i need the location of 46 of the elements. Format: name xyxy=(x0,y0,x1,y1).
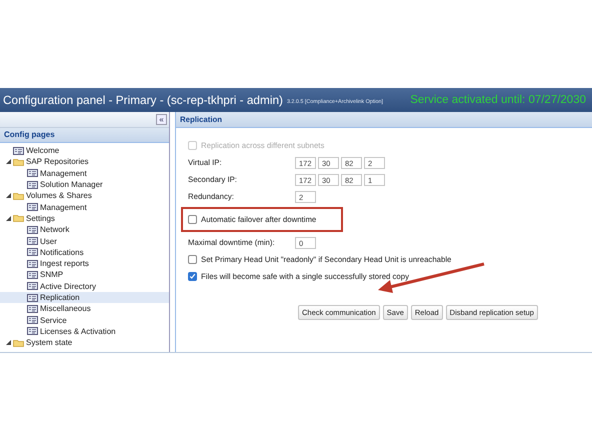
expanded-icon[interactable] xyxy=(6,216,11,221)
tree-item[interactable]: Solution Manager xyxy=(40,180,103,190)
window-title: Configuration panel - Primary - (sc-rep-tkhpri - admin) xyxy=(3,93,283,107)
tree-item[interactable]: Active Directory xyxy=(40,282,96,291)
tree-item[interactable]: Miscellaneous xyxy=(40,304,91,314)
page-icon xyxy=(27,248,38,256)
expanded-icon[interactable] xyxy=(6,159,11,164)
page-icon xyxy=(27,169,38,178)
tree-item[interactable]: Settings xyxy=(26,214,55,223)
tree-item[interactable]: Welcome xyxy=(26,146,60,156)
page-icon xyxy=(27,316,38,324)
tree-item[interactable]: Volumes & Shares xyxy=(26,191,92,200)
page-icon xyxy=(27,260,38,268)
page-icon xyxy=(27,203,38,212)
folder-icon xyxy=(13,158,24,166)
folder-icon xyxy=(13,214,24,222)
page-icon xyxy=(27,226,38,234)
expanded-icon[interactable] xyxy=(6,193,11,198)
tree-item[interactable]: Network xyxy=(40,225,70,234)
tree-item[interactable]: Replication xyxy=(40,293,80,302)
page-icon xyxy=(13,146,24,155)
page-icon xyxy=(27,282,38,290)
page-icon xyxy=(27,270,38,279)
service-status: Service activated until: 07/27/2030 xyxy=(410,94,586,106)
checkbox[interactable] xyxy=(188,255,197,264)
tree-item[interactable]: SAP Repositories xyxy=(26,157,89,166)
tree-item[interactable]: Licenses & Activation xyxy=(40,326,116,336)
page-icon xyxy=(27,180,38,189)
expanded-icon[interactable] xyxy=(6,340,11,346)
checkbox[interactable] xyxy=(188,215,197,224)
tree-item[interactable]: Notifications xyxy=(40,248,84,257)
folder-icon xyxy=(13,338,24,347)
tree-item[interactable]: System state xyxy=(26,338,72,348)
tree-item[interactable]: Service xyxy=(40,316,67,325)
collapse-button[interactable]: « xyxy=(156,114,167,125)
tree-item[interactable]: Management xyxy=(40,202,87,212)
tree-item[interactable]: Ingest reports xyxy=(40,259,89,268)
folder-icon xyxy=(13,192,24,200)
page-icon xyxy=(27,304,38,313)
tree-item[interactable]: Management xyxy=(40,168,87,178)
checkbox[interactable] xyxy=(188,272,197,281)
page-icon xyxy=(27,327,38,336)
tree-item[interactable]: SNMP xyxy=(40,270,64,280)
tree-item[interactable]: User xyxy=(40,236,57,246)
page-icon xyxy=(27,237,38,246)
sidebar-title: Config pages xyxy=(0,128,169,143)
